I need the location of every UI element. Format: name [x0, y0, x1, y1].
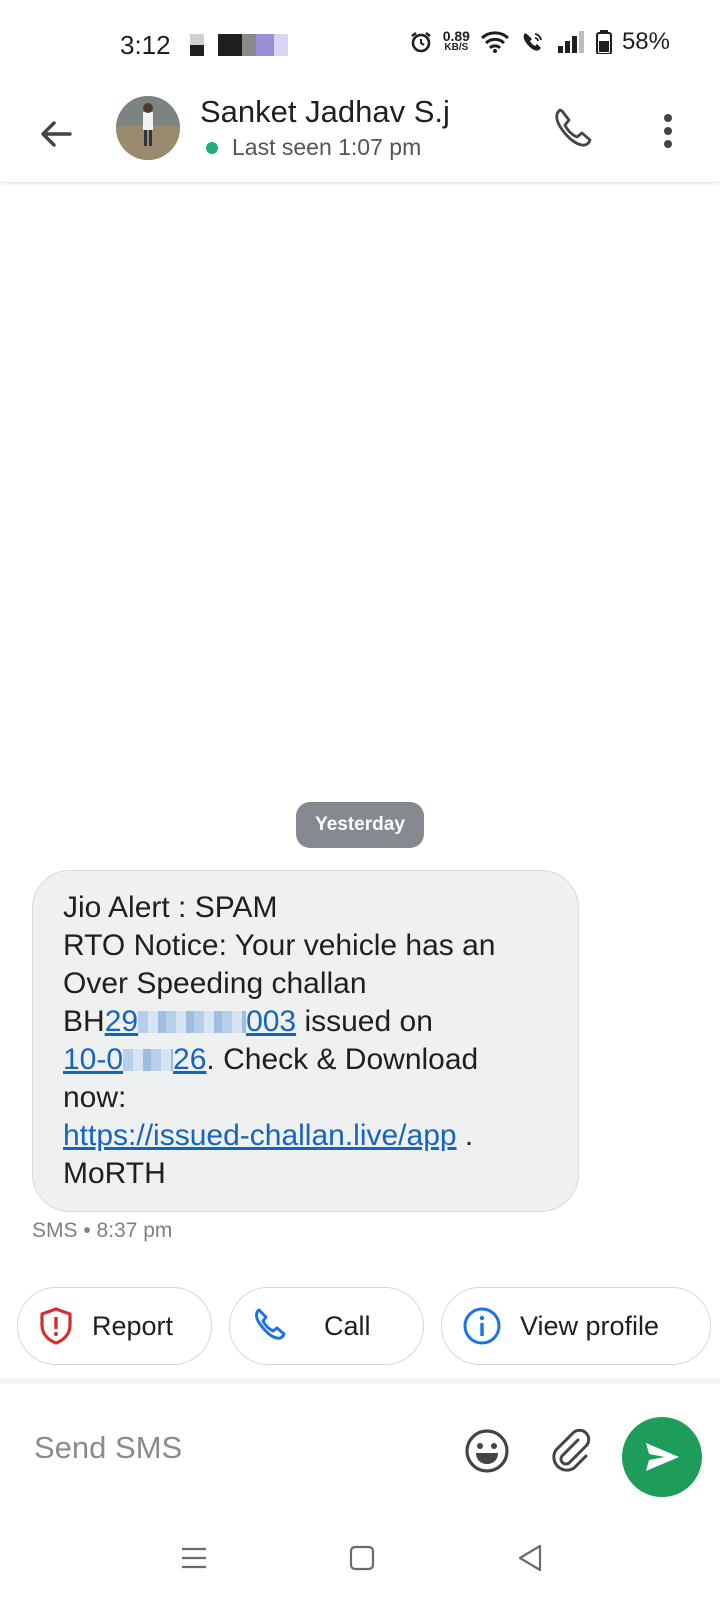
last-seen-text: Last seen 1:07 pm [232, 134, 422, 160]
report-button[interactable]: Report [17, 1287, 212, 1365]
wifi-icon [480, 31, 509, 53]
conversation-header: Sanket Jadhav S.j Last seen 1:07 pm [0, 90, 720, 183]
more-options-icon[interactable] [648, 106, 688, 156]
send-icon [646, 1443, 679, 1471]
alarm-icon [410, 32, 431, 53]
send-button[interactable] [622, 1417, 702, 1497]
view-profile-button[interactable]: View profile [441, 1287, 711, 1365]
suggested-actions: Report Call View profile [0, 1287, 720, 1367]
wifi-calling-icon [523, 33, 542, 51]
recents-menu-icon[interactable] [180, 1542, 208, 1574]
home-icon[interactable] [348, 1542, 376, 1574]
phone-icon [255, 1308, 286, 1340]
shield-alert-icon [40, 1307, 72, 1345]
call-button[interactable]: Call [229, 1287, 424, 1365]
battery-icon [595, 30, 612, 54]
back-triangle-icon[interactable] [516, 1542, 544, 1574]
report-label: Report [92, 1310, 174, 1341]
system-navigation-bar [0, 1520, 720, 1600]
view-profile-label: View profile [520, 1310, 660, 1341]
info-icon [463, 1307, 501, 1345]
status-icons: 0.89 KB/S 58% [409, 28, 670, 56]
battery-percent: 58% [621, 28, 670, 55]
status-time: 3:12 [120, 30, 171, 60]
message-meta: SMS • 8:37 pm [32, 1219, 173, 1242]
back-arrow-icon[interactable] [34, 112, 78, 156]
message-text: Jio Alert : SPAM RTO Notice: Your vehicl… [63, 891, 496, 1190]
sms-input[interactable] [32, 1422, 416, 1474]
challan-number-link[interactable]: 29 003 [105, 1005, 296, 1038]
message-bubble[interactable]: Jio Alert : SPAM RTO Notice: Your vehicl… [32, 870, 579, 1212]
message-url-link[interactable]: https://issued-challan.live/app [63, 1119, 457, 1152]
redacted-block [123, 1049, 174, 1071]
contact-name[interactable]: Sanket Jadhav S.j [200, 94, 450, 130]
net-speed-indicator: 0.89 KB/S [442, 28, 470, 53]
date-link[interactable]: 10-0 26 [63, 1043, 206, 1076]
avatar[interactable] [116, 96, 180, 160]
avatar-photo [116, 96, 180, 160]
composer [0, 1378, 720, 1514]
status-bar: 3:12 0.89 KB/S 58% [0, 0, 720, 90]
online-status-dot [206, 142, 218, 154]
emoji-icon[interactable] [464, 1428, 510, 1474]
date-chip: Yesterday [296, 802, 424, 848]
phone-icon[interactable] [548, 104, 598, 154]
attach-icon[interactable] [548, 1428, 592, 1474]
call-label: Call [324, 1310, 371, 1341]
redacted-block [138, 1011, 247, 1033]
signal-icon [557, 31, 584, 53]
